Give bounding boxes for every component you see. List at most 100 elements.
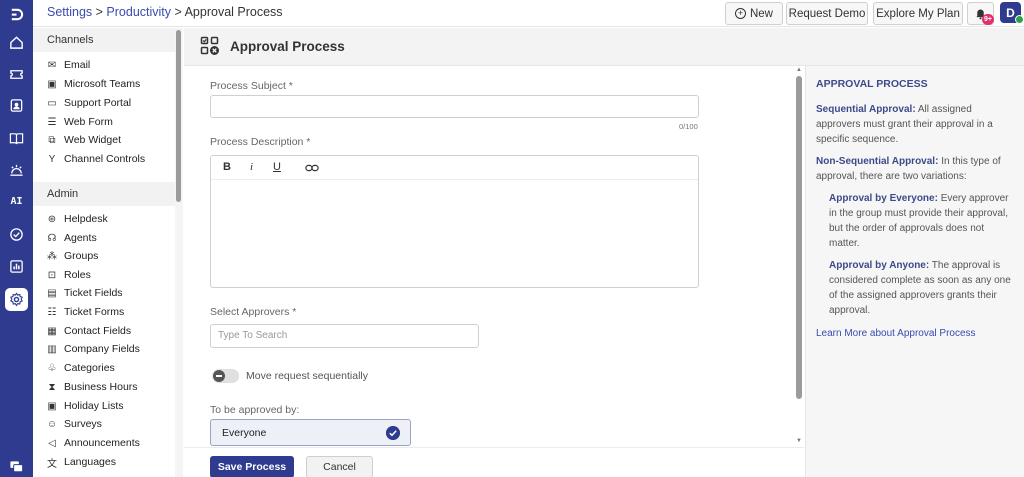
form-scrollbar[interactable]: ▲ ▼ bbox=[795, 66, 803, 446]
sidebar-item-label: Contact Fields bbox=[64, 325, 132, 337]
subject-char-counter: 0/100 bbox=[679, 122, 698, 131]
sidebar-item-label: Languages bbox=[64, 456, 116, 468]
tasks-icon[interactable] bbox=[5, 223, 28, 246]
form-footer: Save Process Cancel bbox=[184, 447, 804, 477]
breadcrumb-separator: > bbox=[92, 5, 107, 19]
sidebar-item-label: Ticket Forms bbox=[64, 306, 125, 318]
new-button[interactable]: + New bbox=[725, 2, 783, 25]
controls-icon: Y bbox=[48, 153, 56, 165]
breadcrumb-productivity[interactable]: Productivity bbox=[106, 5, 171, 19]
sidebar-item-helpdesk[interactable]: ⊛ Helpdesk bbox=[45, 211, 108, 227]
toggle-knob bbox=[213, 370, 225, 382]
help-term: Sequential Approval: bbox=[816, 104, 916, 115]
breadcrumb: Settings > Productivity > Approval Proce… bbox=[47, 5, 283, 19]
sidebar-item-company-fields[interactable]: ▥ Company Fields bbox=[45, 341, 140, 357]
sidebar-item-web-widget[interactable]: ⧉ Web Widget bbox=[45, 132, 121, 148]
settings-sidemenu: Channels ✉ Email ▣ Microsoft Teams ▭ Suppor… bbox=[33, 28, 183, 477]
bold-button[interactable]: B bbox=[223, 161, 231, 173]
scroll-up-icon[interactable]: ▲ bbox=[795, 66, 803, 74]
process-description-editor[interactable]: B i U bbox=[210, 155, 699, 288]
admin-header: Admin bbox=[33, 182, 175, 206]
help-term: Approval by Anyone: bbox=[829, 260, 930, 271]
page-header: Approval Process bbox=[184, 28, 1024, 66]
sidebar-item-surveys[interactable]: ☺ Surveys bbox=[45, 416, 102, 432]
hourglass-icon: ⧗ bbox=[48, 381, 56, 393]
sidebar-item-groups[interactable]: ⁂ Groups bbox=[45, 248, 98, 264]
contacts-icon[interactable] bbox=[5, 94, 28, 117]
sidebar-item-announcements[interactable]: ◁ Announcements bbox=[45, 435, 140, 451]
sidebar-item-email[interactable]: ✉ Email bbox=[45, 57, 90, 73]
sidebar-item-roles[interactable]: ⊡ Roles bbox=[45, 267, 91, 283]
notifications-button[interactable]: 9+ bbox=[967, 2, 994, 25]
sidebar-item-agents[interactable]: ☊ Agents bbox=[45, 230, 97, 246]
sidebar-item-contact-fields[interactable]: ▦ Contact Fields bbox=[45, 323, 131, 339]
approved-by-label: To be approved by: bbox=[210, 404, 300, 416]
sidebar-item-categories[interactable]: ♧ Categories bbox=[45, 360, 115, 376]
link-icon[interactable] bbox=[305, 162, 319, 174]
explore-plan-button[interactable]: Explore My Plan bbox=[873, 2, 963, 25]
form-scrollbar-thumb[interactable] bbox=[796, 76, 802, 399]
automation-icon[interactable] bbox=[5, 159, 28, 182]
process-description-label: Process Description * bbox=[210, 136, 311, 148]
ticket-icon[interactable] bbox=[5, 63, 28, 86]
categories-icon: ♧ bbox=[47, 362, 57, 374]
underline-button[interactable]: U bbox=[273, 161, 281, 173]
sequential-toggle[interactable] bbox=[212, 369, 239, 383]
translate-icon: 文 bbox=[47, 458, 57, 470]
sidebar-item-microsoft-teams[interactable]: ▣ Microsoft Teams bbox=[45, 76, 140, 92]
help-title: APPROVAL PROCESS bbox=[816, 78, 928, 90]
sidebar-item-web-form[interactable]: ☰ Web Form bbox=[45, 114, 113, 130]
sidebar-item-label: Agents bbox=[64, 232, 97, 244]
italic-button[interactable]: i bbox=[250, 161, 253, 173]
help-sequential: Sequential Approval: All assigned approv… bbox=[816, 102, 1014, 147]
sequential-toggle-label: Move request sequentially bbox=[246, 370, 368, 382]
settings-icon[interactable] bbox=[5, 288, 28, 311]
ai-icon[interactable]: AI bbox=[5, 190, 28, 213]
process-subject-label: Process Subject * bbox=[210, 80, 293, 92]
sidebar-item-support-portal[interactable]: ▭ Support Portal bbox=[45, 95, 131, 111]
approval-process-icon bbox=[200, 36, 219, 55]
select-approvers-label: Select Approvers * bbox=[210, 306, 297, 318]
sidebar-item-label: Web Form bbox=[64, 116, 113, 128]
help-panel: APPROVAL PROCESS Sequential Approval: Al… bbox=[805, 66, 1024, 477]
helpdesk-icon: ⊛ bbox=[47, 213, 57, 225]
editor-toolbar: B i U bbox=[211, 156, 698, 180]
cancel-button[interactable]: Cancel bbox=[306, 456, 373, 477]
help-term: Non-Sequential Approval: bbox=[816, 156, 939, 167]
check-circle-icon bbox=[386, 426, 400, 440]
sidebar-item-label: Roles bbox=[64, 269, 91, 281]
sidebar-item-label: Business Hours bbox=[64, 381, 138, 393]
sidemenu-scrollbar[interactable] bbox=[175, 28, 183, 477]
new-button-label: New bbox=[749, 7, 773, 20]
sidebar-item-business-hours[interactable]: ⧗ Business Hours bbox=[45, 379, 138, 395]
widget-icon: ⧉ bbox=[48, 134, 56, 146]
contact-fields-icon: ▦ bbox=[47, 325, 57, 337]
sidebar-item-ticket-fields[interactable]: ▤ Ticket Fields bbox=[45, 285, 122, 301]
reports-icon[interactable] bbox=[5, 255, 28, 278]
breadcrumb-separator: > bbox=[171, 5, 185, 19]
groups-icon: ⁂ bbox=[47, 250, 57, 262]
sidebar-item-ticket-forms[interactable]: ☷ Ticket Forms bbox=[45, 304, 125, 320]
breadcrumb-settings[interactable]: Settings bbox=[47, 5, 92, 19]
plus-icon: + bbox=[734, 8, 746, 19]
sidebar-item-label: Categories bbox=[64, 362, 115, 374]
approval-form: Process Subject * 0/100 Process Descript… bbox=[184, 66, 794, 446]
knowledge-base-icon[interactable] bbox=[5, 127, 28, 150]
request-demo-button[interactable]: Request Demo bbox=[786, 2, 868, 25]
approvers-search-input[interactable]: Type To Search bbox=[210, 324, 479, 348]
calendar-icon: ▣ bbox=[47, 400, 57, 412]
learn-more-link[interactable]: Learn More about Approval Process bbox=[816, 326, 1014, 341]
sidebar-item-languages[interactable]: 文 Languages bbox=[45, 454, 116, 470]
save-process-button[interactable]: Save Process bbox=[210, 456, 294, 477]
sidebar-item-holiday-lists[interactable]: ▣ Holiday Lists bbox=[45, 398, 123, 414]
logo-icon[interactable] bbox=[5, 3, 28, 26]
chat-icon[interactable] bbox=[5, 455, 28, 477]
sidebar-item-channel-controls[interactable]: Y Channel Controls bbox=[45, 151, 145, 167]
help-non-sequential: Non-Sequential Approval: In this type of… bbox=[816, 154, 1014, 184]
approved-by-everyone-option[interactable]: Everyone bbox=[210, 419, 411, 446]
scroll-down-icon[interactable]: ▼ bbox=[795, 437, 803, 445]
home-icon[interactable] bbox=[5, 31, 28, 54]
sidemenu-scrollbar-thumb[interactable] bbox=[176, 30, 181, 202]
process-subject-input[interactable] bbox=[210, 95, 699, 118]
page-title: Approval Process bbox=[230, 39, 345, 54]
